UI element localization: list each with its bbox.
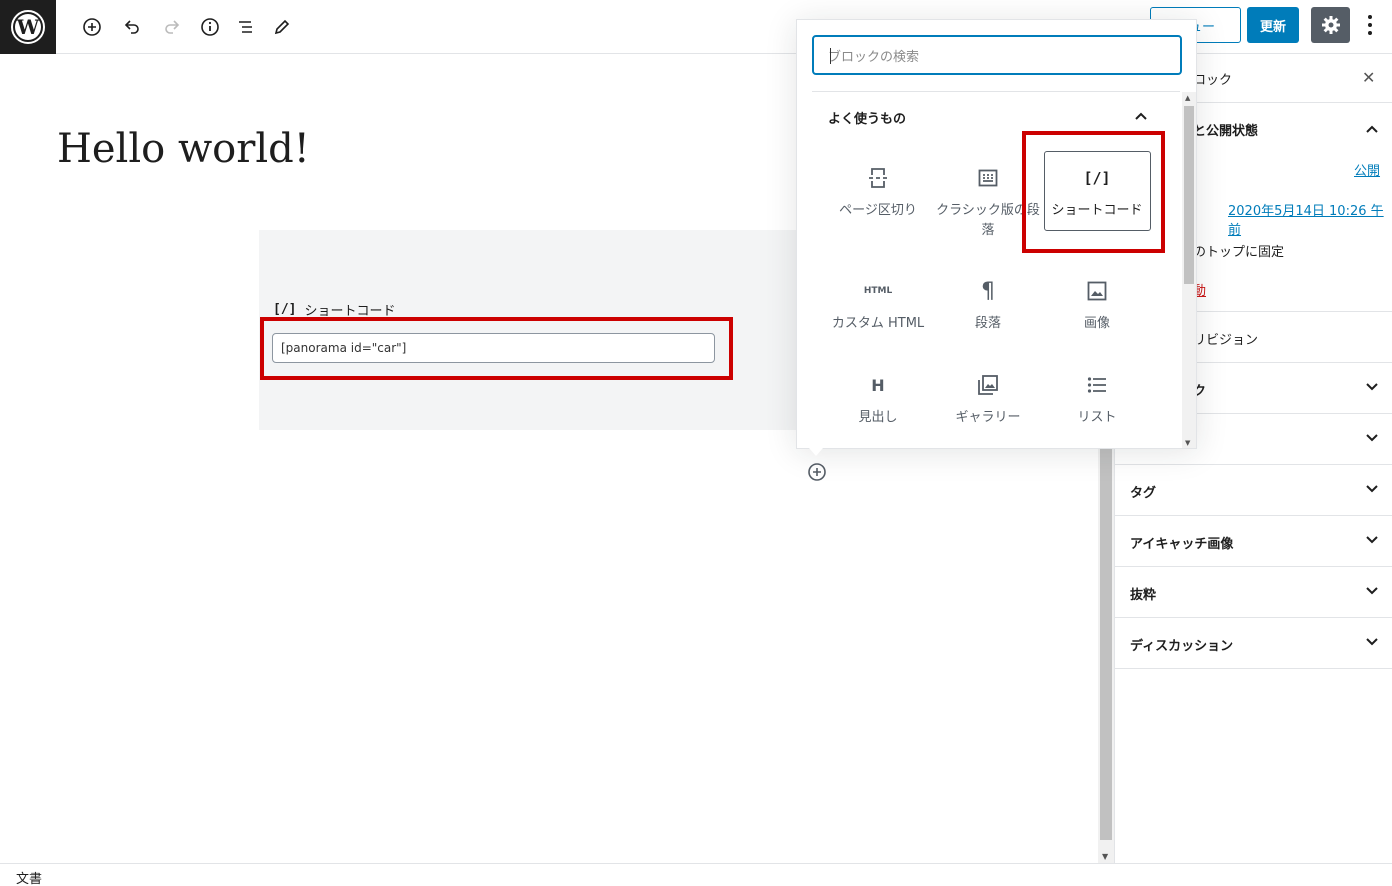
chevron-up-icon[interactable] — [1134, 109, 1148, 123]
chevron-down-icon — [1366, 434, 1378, 442]
block-item-label: ページ区切り — [839, 203, 917, 218]
text-caret — [830, 48, 831, 64]
publish-date-link[interactable]: 2020年5月14日 10:26 午前 — [1228, 200, 1392, 238]
settings-gear-icon[interactable] — [1311, 7, 1350, 43]
block-item-gallery[interactable]: ギャラリー — [934, 372, 1042, 428]
add-block-icon[interactable] — [76, 11, 108, 43]
revisions-label: リビジョン — [1193, 333, 1259, 348]
post-title[interactable]: Hello world! — [57, 126, 310, 172]
popover-pointer — [809, 448, 823, 456]
redo-icon[interactable] — [156, 11, 188, 43]
inserter-divider — [812, 91, 1180, 92]
status-panel-title[interactable]: と公開状態 — [1193, 120, 1258, 139]
highlight-shortcode-block-item — [1022, 131, 1165, 253]
block-item-paragraph[interactable]: ¶ 段落 — [934, 278, 1042, 334]
tags-panel[interactable]: タグ — [1115, 465, 1392, 516]
chevron-down-icon — [1366, 536, 1378, 544]
featured-image-label: アイキャッチ画像 — [1130, 537, 1234, 552]
update-button[interactable]: 更新 — [1247, 7, 1299, 43]
scroll-down-arrow-icon[interactable]: ▼ — [1185, 439, 1190, 447]
visibility-link[interactable]: 公開 — [1354, 160, 1380, 179]
chevron-down-icon — [1366, 587, 1378, 595]
highlight-shortcode-input — [260, 317, 733, 380]
tab-block[interactable]: ロック — [1193, 69, 1232, 88]
undo-icon[interactable] — [116, 11, 148, 43]
inserter-scrollbar[interactable]: ▲ ▼ — [1182, 92, 1196, 448]
block-item-label: 画像 — [1083, 316, 1110, 331]
edit-mode-icon[interactable] — [266, 11, 298, 43]
editor-footer: 文書 — [0, 863, 1392, 886]
info-icon[interactable] — [194, 11, 226, 43]
featured-image-panel[interactable]: アイキャッチ画像 — [1115, 516, 1392, 567]
block-item-image[interactable]: 画像 — [1043, 278, 1151, 334]
scroll-up-arrow-icon[interactable]: ▲ — [1185, 94, 1190, 102]
scroll-down-arrow-icon[interactable]: ▼ — [1102, 852, 1108, 861]
chevron-down-icon — [1366, 638, 1378, 646]
block-item-heading[interactable]: H 見出し — [824, 372, 932, 428]
block-item-page-break[interactable]: ページ区切り — [824, 165, 932, 221]
image-icon — [1043, 278, 1151, 304]
block-item-label: 段落 — [974, 316, 1001, 331]
block-search-input[interactable]: ブロックの検索 — [812, 35, 1182, 75]
chevron-down-icon — [1366, 485, 1378, 493]
gallery-icon — [934, 372, 1042, 398]
category-title[interactable]: よく使うもの — [828, 108, 906, 127]
sticky-label[interactable]: のトップに固定 — [1193, 241, 1284, 260]
html-icon: HTML — [863, 286, 893, 296]
page-break-icon — [824, 165, 932, 191]
chevron-down-icon — [1366, 383, 1378, 391]
breadcrumb[interactable]: 文書 — [16, 868, 42, 886]
block-item-label: 見出し — [858, 410, 898, 425]
block-item-list[interactable]: リスト — [1043, 372, 1151, 428]
excerpt-label: 抜粋 — [1130, 588, 1157, 603]
chevron-up-icon[interactable] — [1365, 122, 1379, 136]
block-search-placeholder: ブロックの検索 — [828, 49, 920, 65]
inserter-scrollbar-thumb[interactable] — [1184, 106, 1194, 284]
list-icon — [1043, 372, 1151, 398]
block-navigation-icon[interactable] — [230, 11, 262, 43]
discussion-label: ディスカッション — [1130, 639, 1234, 654]
block-item-label: カスタム HTML — [831, 316, 925, 331]
excerpt-panel[interactable]: 抜粋 — [1115, 567, 1392, 618]
block-item-label: ギャラリー — [955, 410, 1021, 425]
block-item-custom-html[interactable]: HTML カスタム HTML — [824, 278, 932, 334]
heading-icon: H — [871, 375, 885, 395]
more-options-icon[interactable] — [1360, 9, 1380, 41]
inline-add-block-icon[interactable] — [807, 462, 827, 482]
discussion-panel[interactable]: ディスカッション — [1115, 618, 1392, 669]
close-icon[interactable]: ✕ — [1362, 68, 1375, 87]
tags-label: タグ — [1130, 486, 1157, 501]
svg-text:W: W — [16, 15, 40, 39]
paragraph-icon: ¶ — [981, 278, 995, 304]
shortcode-icon: [/] — [273, 302, 297, 317]
wordpress-logo-icon[interactable]: W — [0, 0, 56, 54]
block-item-label: リスト — [1077, 410, 1117, 425]
